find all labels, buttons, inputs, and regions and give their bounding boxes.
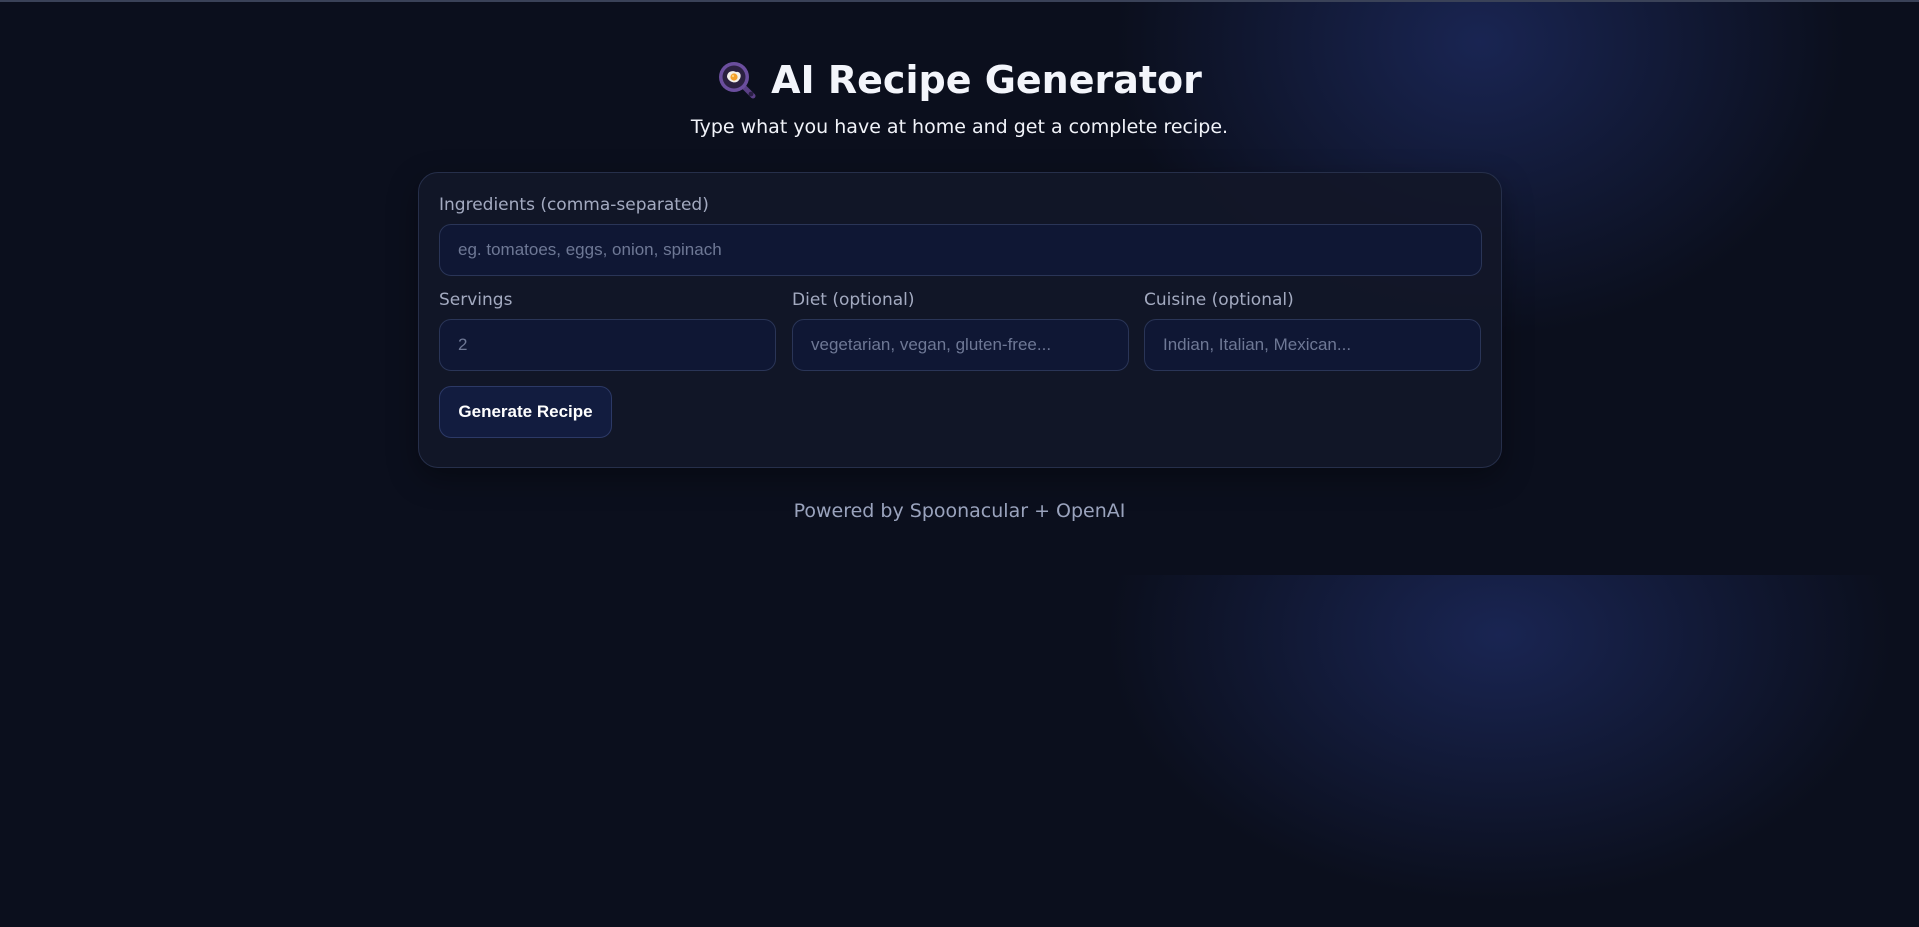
page-title: AI Recipe Generator — [771, 58, 1202, 102]
servings-label: Servings — [439, 290, 513, 310]
page: AI Recipe Generator Type what you have a… — [0, 0, 1919, 927]
recipe-form-card: Ingredients (comma-separated) Servings D… — [418, 172, 1502, 468]
footer-credit: Powered by Spoonacular + OpenAI — [793, 500, 1126, 522]
diet-input[interactable] — [792, 319, 1129, 371]
frying-pan-egg-icon — [717, 60, 757, 100]
page-subtitle: Type what you have at home and get a com… — [690, 116, 1229, 138]
ingredients-label: Ingredients (comma-separated) — [439, 195, 709, 215]
diet-label: Diet (optional) — [792, 290, 915, 310]
ingredients-input[interactable] — [439, 224, 1482, 276]
cuisine-input[interactable] — [1144, 319, 1481, 371]
header: AI Recipe Generator Type what you have a… — [0, 52, 1919, 138]
generate-recipe-button[interactable]: Generate Recipe — [439, 386, 612, 438]
title-row: AI Recipe Generator — [0, 52, 1919, 108]
cuisine-label: Cuisine (optional) — [1144, 290, 1294, 310]
servings-input[interactable] — [439, 319, 776, 371]
